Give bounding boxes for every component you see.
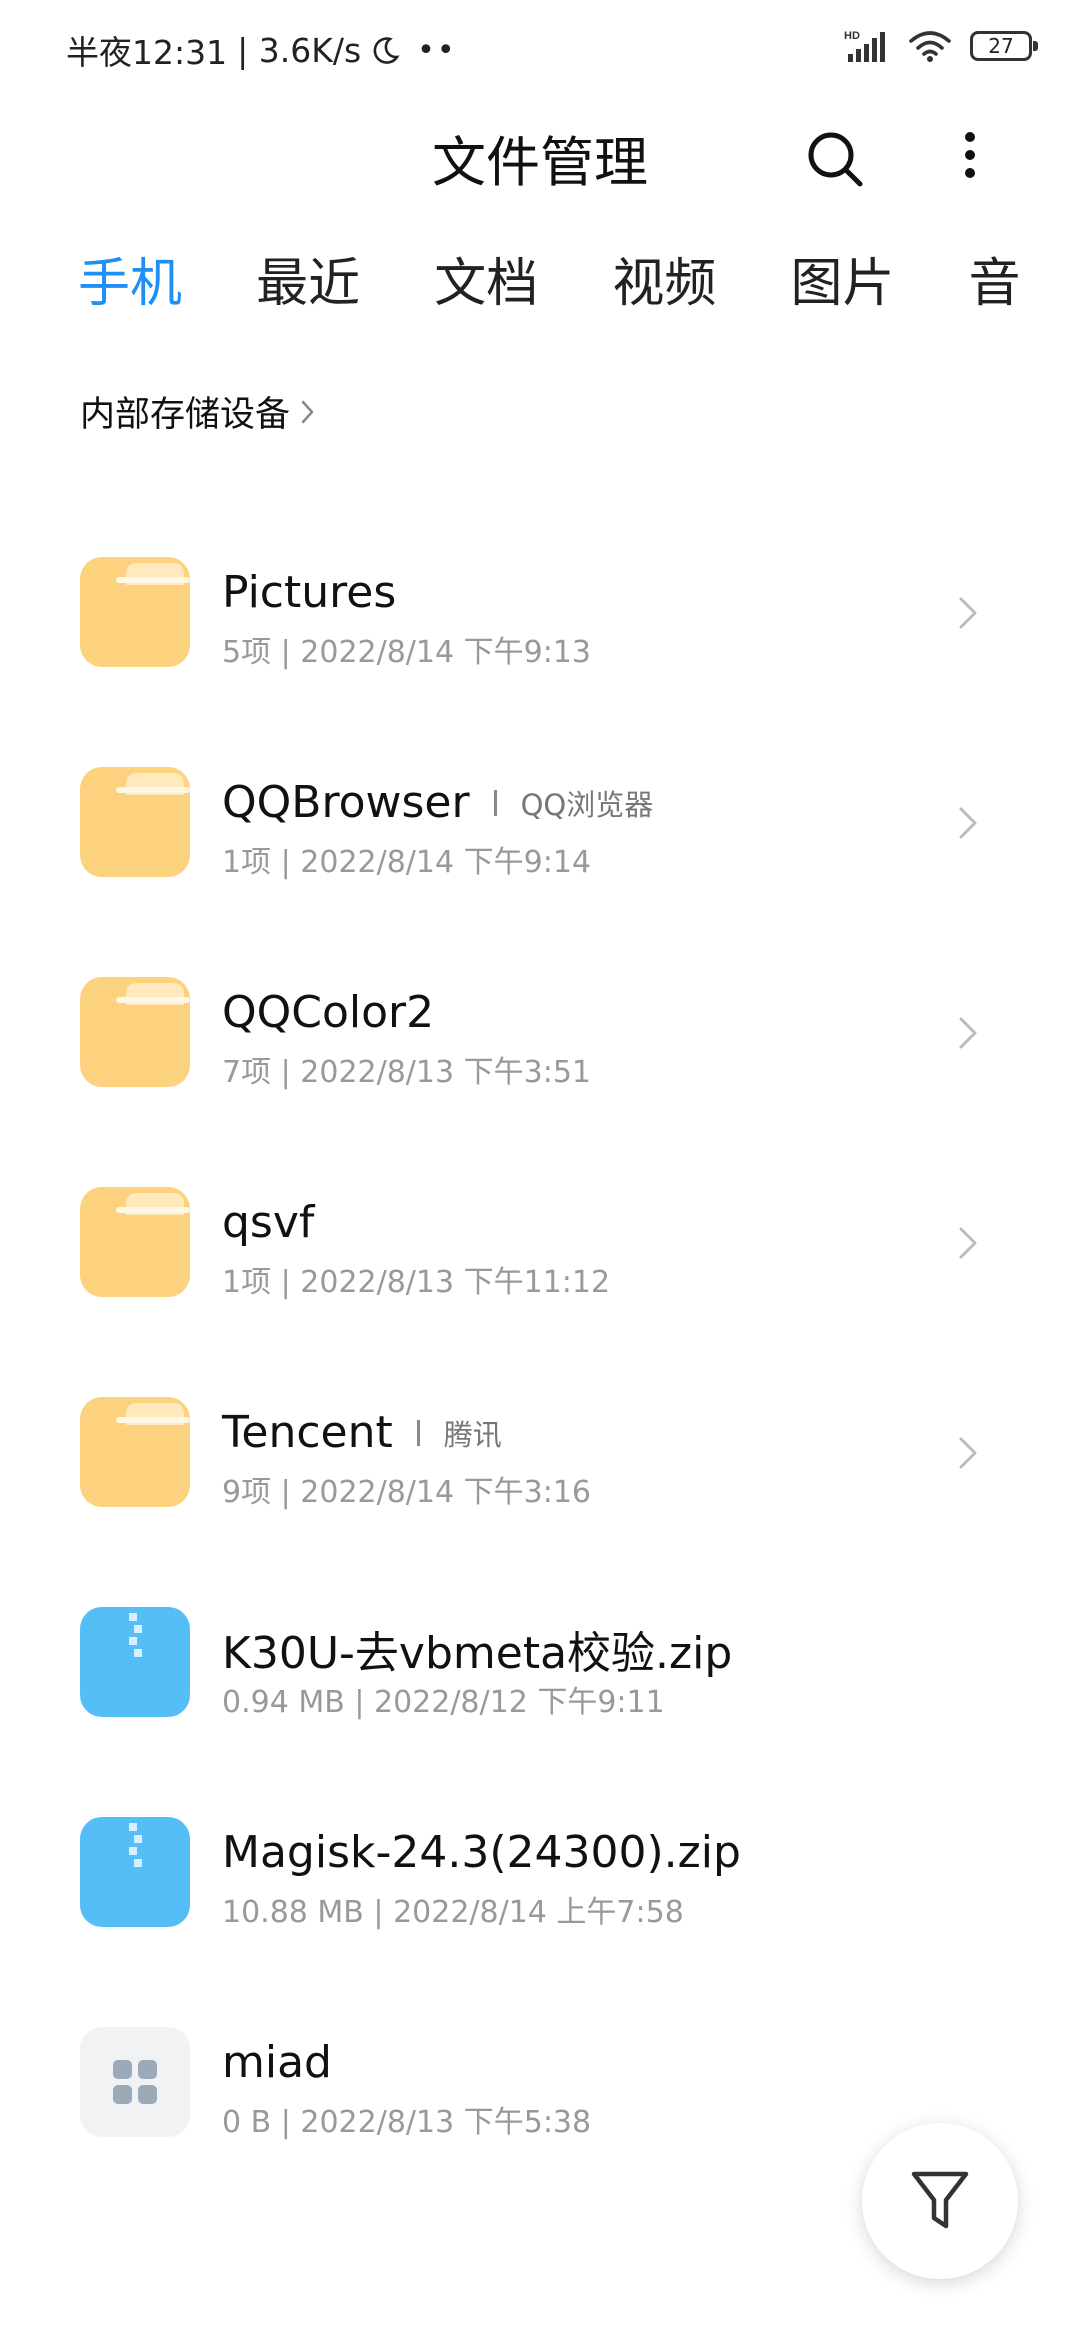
- folder-icon: [80, 1397, 190, 1507]
- file-name-line: Tencent 腾讯: [222, 1407, 502, 1458]
- list-item[interactable]: QQBrowser QQ浏览器 1项 | 2022/8/14 下午9:14: [0, 745, 1080, 955]
- tab-videos[interactable]: 视频: [612, 244, 716, 324]
- file-name-line: miad: [222, 2037, 332, 2088]
- filter-icon: [911, 2171, 969, 2229]
- tab-music[interactable]: 音: [969, 244, 1021, 324]
- chevron-right-icon: [959, 597, 977, 629]
- more-vertical-icon[interactable]: [940, 124, 1000, 194]
- file-name: Pictures: [222, 567, 397, 618]
- file-meta: 7项 | 2022/8/13 下午3:51: [222, 1055, 591, 1090]
- wifi-icon: [909, 31, 951, 62]
- status-right: HD 27: [844, 28, 1038, 64]
- moon-icon: [373, 37, 400, 64]
- tab-documents[interactable]: 文档: [434, 244, 538, 324]
- chevron-right-icon: [959, 1437, 977, 1469]
- file-name-line: Pictures: [222, 567, 396, 618]
- breadcrumb[interactable]: 内部存储设备: [80, 386, 316, 437]
- search-icon[interactable]: [800, 124, 870, 194]
- file-name-line: QQBrowser QQ浏览器: [222, 777, 653, 828]
- tab-recent[interactable]: 最近: [256, 244, 360, 324]
- file-meta: 5项 | 2022/8/14 下午9:13: [222, 635, 591, 670]
- file-meta: 0.94 MB | 2022/8/12 下午9:11: [222, 1685, 665, 1720]
- tab-phone[interactable]: 手机: [78, 244, 182, 324]
- list-item[interactable]: Pictures 5项 | 2022/8/14 下午9:13: [0, 535, 1080, 745]
- zip-file-icon: [80, 1607, 190, 1717]
- unknown-file-icon: [80, 2027, 190, 2137]
- filter-button[interactable]: [862, 2123, 1018, 2279]
- divider: [493, 789, 497, 816]
- file-list: Pictures 5项 | 2022/8/14 下午9:13 QQBrowser…: [0, 535, 1080, 2215]
- divider: [416, 1419, 420, 1446]
- file-name: miad: [222, 2037, 332, 2088]
- list-item[interactable]: Tencent 腾讯 9项 | 2022/8/14 下午3:16: [0, 1375, 1080, 1585]
- file-name: Magisk-24.3(24300).zip: [222, 1827, 741, 1878]
- dots-icon: ••: [417, 32, 457, 68]
- file-name: QQBrowser: [222, 777, 470, 828]
- battery-level: 27: [988, 34, 1014, 58]
- folder-icon: [80, 557, 190, 667]
- battery-icon: 27: [970, 31, 1038, 61]
- chevron-right-icon: [959, 807, 977, 839]
- category-tabs: 手机 最近 文档 视频 图片 音: [78, 244, 1080, 324]
- file-name: K30U-去vbmeta校验.zip: [222, 1628, 733, 1679]
- file-alias: QQ浏览器: [520, 787, 654, 822]
- file-alias: 腾讯: [443, 1417, 502, 1452]
- chevron-right-icon: [959, 1017, 977, 1049]
- file-name-line: QQColor2: [222, 987, 434, 1038]
- folder-icon: [80, 1187, 190, 1297]
- page-title: 文件管理: [432, 131, 648, 194]
- file-meta: 10.88 MB | 2022/8/14 上午7:58: [222, 1895, 684, 1930]
- status-bar: 半夜12:31 | 3.6K/s •• HD 27: [0, 0, 1080, 96]
- file-name: QQColor2: [222, 987, 435, 1038]
- list-item[interactable]: QQColor2 7项 | 2022/8/13 下午3:51: [0, 955, 1080, 1165]
- hd-badge: HD: [844, 30, 860, 42]
- chevron-right-icon: [301, 400, 314, 423]
- status-net-speed: | 3.6K/s: [237, 30, 362, 70]
- list-item[interactable]: Magisk-24.3(24300).zip 10.88 MB | 2022/8…: [0, 1795, 1080, 2005]
- file-meta: 1项 | 2022/8/13 下午11:12: [222, 1265, 611, 1300]
- file-name-line: Magisk-24.3(24300).zip: [222, 1827, 741, 1878]
- status-time: 半夜12:31: [66, 33, 228, 72]
- folder-icon: [80, 767, 190, 877]
- status-left: 半夜12:31 | 3.6K/s ••: [66, 26, 457, 74]
- breadcrumb-label: 内部存储设备: [80, 395, 291, 435]
- file-meta: 1项 | 2022/8/14 下午9:14: [222, 845, 591, 880]
- list-item[interactable]: K30U-去vbmeta校验.zip 0.94 MB | 2022/8/12 下…: [0, 1585, 1080, 1795]
- signal-icon: HD: [844, 30, 885, 62]
- zip-file-icon: [80, 1817, 190, 1927]
- file-name-line: K30U-去vbmeta校验.zip: [222, 1617, 732, 1681]
- tab-pictures[interactable]: 图片: [790, 244, 894, 324]
- chevron-right-icon: [959, 1227, 977, 1259]
- file-meta: 0 B | 2022/8/13 下午5:38: [222, 2105, 592, 2140]
- file-name: qsvf: [222, 1197, 315, 1248]
- file-name-line: qsvf: [222, 1197, 314, 1248]
- list-item[interactable]: qsvf 1项 | 2022/8/13 下午11:12: [0, 1165, 1080, 1375]
- file-meta: 9项 | 2022/8/14 下午3:16: [222, 1475, 591, 1510]
- file-name: Tencent: [222, 1407, 393, 1458]
- folder-icon: [80, 977, 190, 1087]
